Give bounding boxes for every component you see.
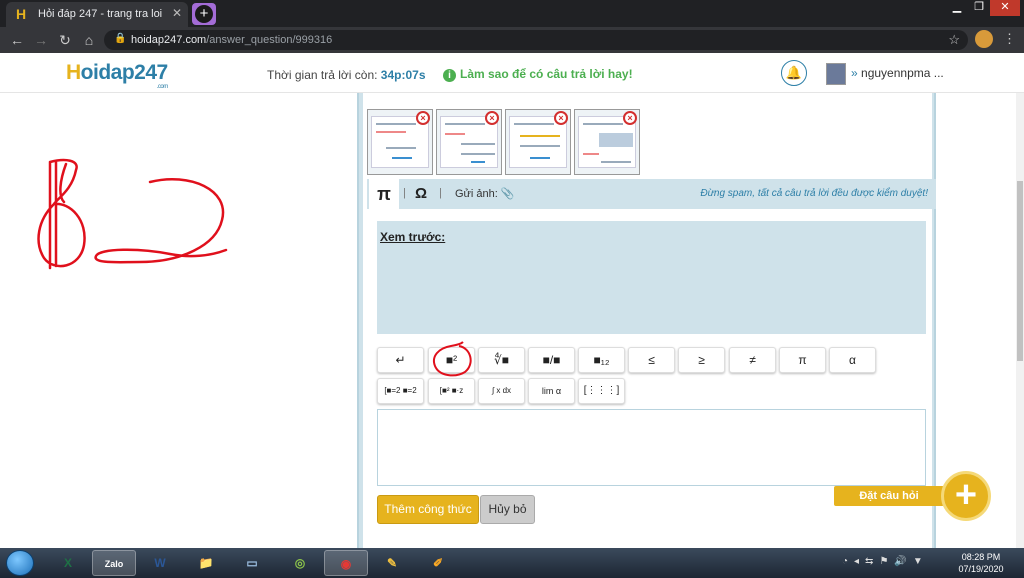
chrome-icon[interactable]: ◉ bbox=[324, 550, 368, 576]
crayon-icon[interactable]: ✐ bbox=[416, 550, 460, 576]
spam-warning: Đừng spam, tất cả câu trả lời đều được k… bbox=[700, 188, 928, 199]
send-image-button[interactable]: Gửi ảnh: 📎 bbox=[455, 187, 515, 200]
browser-menu-icon[interactable]: ⋮ bbox=[1003, 31, 1016, 47]
tab-close-icon[interactable]: ✕ bbox=[172, 6, 182, 20]
word-icon[interactable]: W bbox=[138, 550, 182, 576]
answer-panel: × × × × π | Ω | Gửi ảnh: 📎 Đừng spam, tấ… bbox=[357, 93, 936, 548]
delete-image-icon[interactable]: × bbox=[623, 111, 637, 125]
preview-label: Xem trước: bbox=[380, 230, 446, 244]
tab-math-pi[interactable]: π bbox=[369, 179, 399, 209]
ask-question-button[interactable]: Đặt câu hỏi bbox=[834, 486, 944, 506]
new-tab-button[interactable]: + bbox=[192, 3, 216, 25]
ask-question-plus-icon[interactable]: + bbox=[941, 471, 991, 521]
chevron-down-icon: » bbox=[851, 66, 858, 80]
browser-tab[interactable]: H Hỏi đáp 247 - trang tra loi ✕ bbox=[6, 2, 188, 27]
key-pi[interactable]: π bbox=[779, 347, 826, 373]
site-favicon-icon: H bbox=[16, 6, 27, 22]
username-menu[interactable]: » nguyennpma ... bbox=[851, 66, 944, 80]
key-system-equations[interactable]: [■=2 ■=2 bbox=[377, 378, 424, 404]
user-avatar[interactable] bbox=[826, 63, 846, 85]
key-enter[interactable]: ↵ bbox=[377, 347, 424, 373]
bookmark-star-icon[interactable]: ☆ bbox=[948, 32, 960, 48]
info-icon: i bbox=[443, 69, 456, 82]
url-text: hoidap247.com/answer_question/999316 bbox=[131, 34, 333, 46]
paint-icon[interactable]: ✎ bbox=[370, 550, 414, 576]
notepad-icon[interactable]: ▭ bbox=[230, 550, 274, 576]
image-thumbnail[interactable]: × bbox=[574, 109, 640, 175]
image-thumbnail[interactable]: × bbox=[505, 109, 571, 175]
system-tray[interactable]: ◔◂⇆⚑🔊▼ bbox=[842, 556, 929, 567]
editor-tabbar: π | Ω | Gửi ảnh: 📎 Đừng spam, tất cả câu… bbox=[367, 179, 936, 209]
notification-bell-icon[interactable]: 🔔 bbox=[781, 60, 807, 86]
add-formula-button[interactable]: Thêm công thức bbox=[377, 495, 479, 524]
key-root[interactable]: ∜■ bbox=[478, 347, 525, 373]
home-icon[interactable]: ⌂ bbox=[80, 31, 98, 49]
forward-icon[interactable]: → bbox=[32, 31, 50, 49]
browser-tabstrip: H Hỏi đáp 247 - trang tra loi ✕ + ▁ ❐ ✕ bbox=[0, 0, 1024, 27]
circle-annotation bbox=[433, 341, 472, 377]
cancel-button[interactable]: Hủy bỏ bbox=[480, 495, 535, 524]
answer-panel-inner: × × × × π | Ω | Gửi ảnh: 📎 Đừng spam, tấ… bbox=[363, 93, 936, 548]
browser-tab-title: Hỏi đáp 247 - trang tra loi bbox=[38, 8, 163, 20]
formula-input[interactable] bbox=[377, 409, 926, 486]
preview-box: Xem trước: bbox=[377, 221, 926, 334]
clock[interactable]: 08:28 PM 07/19/2020 bbox=[958, 551, 1004, 575]
paperclip-icon: 📎 bbox=[500, 188, 515, 200]
answer-timer: Thời gian trả lời còn: 34p:07s bbox=[267, 68, 426, 82]
zalo-icon[interactable]: Zalo bbox=[92, 550, 136, 576]
reload-icon[interactable]: ↻ bbox=[56, 31, 74, 49]
browser-toolbar: ← → ↻ ⌂ 🔒 hoidap247.com/answer_question/… bbox=[0, 27, 1024, 53]
image-thumbnail[interactable]: × bbox=[367, 109, 433, 175]
key-less-equal[interactable]: ≤ bbox=[628, 347, 675, 373]
tab-symbols-omega[interactable]: Ω bbox=[415, 185, 427, 202]
key-alpha[interactable]: α bbox=[829, 347, 876, 373]
windows-taskbar: X Zalo W 📁 ▭ ◎ ◉ ✎ ✐ ◔◂⇆⚑🔊▼ 08:28 PM 07/… bbox=[0, 548, 1024, 578]
site-header: Hoidap247 .com Thời gian trả lời còn: 34… bbox=[0, 53, 1024, 93]
coccoc-icon[interactable]: ◎ bbox=[278, 550, 322, 576]
address-bar[interactable]: 🔒 hoidap247.com/answer_question/999316 ☆ bbox=[104, 30, 968, 50]
folder-icon[interactable]: 📁 bbox=[184, 550, 228, 576]
page-scrollbar[interactable] bbox=[1016, 93, 1024, 548]
howto-link[interactable]: i Làm sao để có câu trả lời hay! bbox=[443, 67, 633, 82]
key-fraction[interactable]: ■/■ bbox=[528, 347, 575, 373]
freehand-annotation bbox=[37, 158, 228, 270]
lock-icon: 🔒 bbox=[114, 33, 127, 44]
key-system-powers[interactable]: [■² ■·z bbox=[428, 378, 475, 404]
delete-image-icon[interactable]: × bbox=[485, 111, 499, 125]
image-thumbnail[interactable]: × bbox=[436, 109, 502, 175]
site-logo[interactable]: Hoidap247 .com bbox=[66, 61, 168, 90]
delete-image-icon[interactable]: × bbox=[554, 111, 568, 125]
key-subscript[interactable]: ■₁₂ bbox=[578, 347, 625, 373]
delete-image-icon[interactable]: × bbox=[416, 111, 430, 125]
key-not-equal[interactable]: ≠ bbox=[729, 347, 776, 373]
start-button[interactable] bbox=[6, 550, 34, 576]
key-integral[interactable]: ∫ x dx bbox=[478, 378, 525, 404]
excel-icon[interactable]: X bbox=[46, 550, 90, 576]
back-icon[interactable]: ← bbox=[8, 31, 26, 49]
key-greater-equal[interactable]: ≥ bbox=[678, 347, 725, 373]
key-matrix[interactable]: [⋮⋮⋮] bbox=[578, 378, 625, 404]
key-limit[interactable]: lim α bbox=[528, 378, 575, 404]
close-window-button[interactable]: ✕ bbox=[990, 0, 1020, 16]
profile-avatar-icon[interactable] bbox=[975, 30, 993, 48]
plus-icon: + bbox=[195, 5, 213, 23]
maximize-button[interactable]: ❐ bbox=[966, 0, 992, 16]
